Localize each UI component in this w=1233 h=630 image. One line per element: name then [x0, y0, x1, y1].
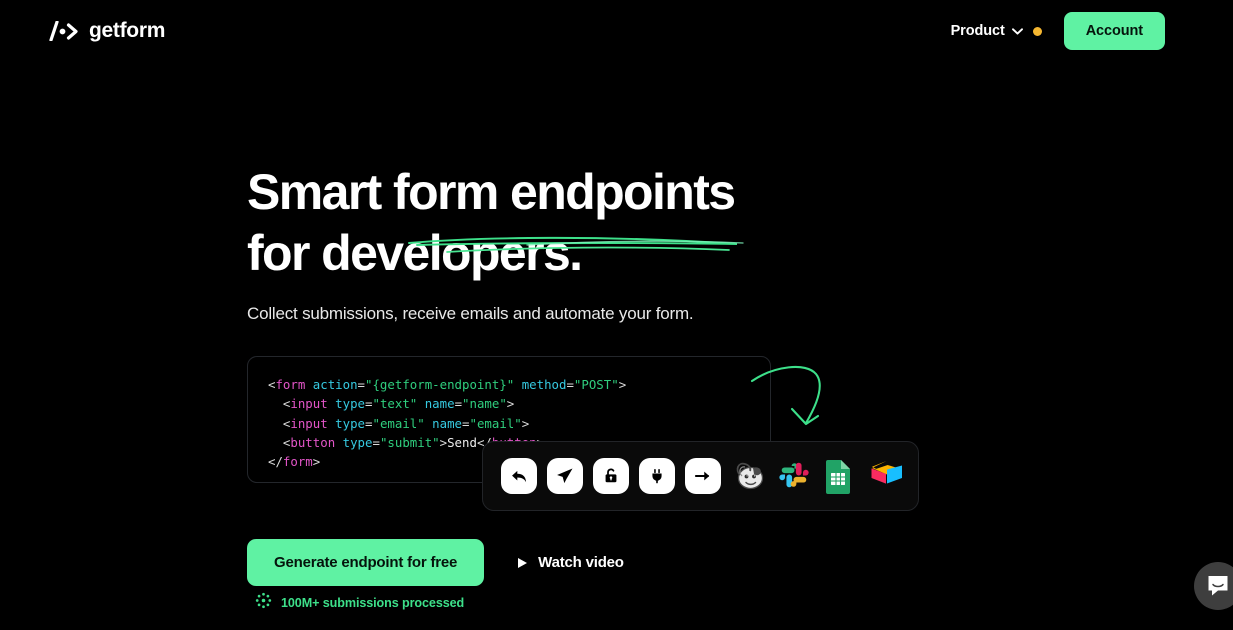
page-title: Smart form endpoints for developers.: [247, 162, 887, 284]
play-icon: [518, 557, 528, 568]
headline-line-2: for developers.: [247, 225, 583, 281]
header-nav-right: Product Account: [951, 12, 1165, 50]
generate-endpoint-button[interactable]: Generate endpoint for free: [247, 539, 485, 586]
airtable-icon[interactable]: [869, 458, 905, 494]
google-sheets-icon[interactable]: [823, 458, 859, 494]
submissions-stat: 100M+ submissions processed: [255, 592, 464, 614]
hand-drawn-curved-arrow-icon: [748, 360, 840, 440]
headline-line-1: Smart form endpoints: [247, 164, 736, 220]
nav-item-product[interactable]: Product: [951, 22, 1042, 40]
code-line-2: <input type="text" name="name">: [282, 396, 515, 412]
spam-lock-icon[interactable]: [593, 458, 629, 494]
integrations-bar: [482, 441, 919, 511]
code-line-3: <input type="email" name="email">: [282, 415, 530, 431]
forward-arrow-icon[interactable]: [685, 458, 721, 494]
autoresponder-reply-icon[interactable]: [501, 458, 537, 494]
site-header: getform Product Account: [0, 0, 1233, 62]
slash-dot-arrow-icon: [48, 20, 80, 42]
hero-subtitle: Collect submissions, receive emails and …: [247, 304, 694, 323]
page-root: getform Product Account Smart form endpo…: [0, 0, 1233, 630]
cta-row: Generate endpoint for free Watch video: [247, 539, 624, 586]
mailchimp-icon[interactable]: [731, 458, 767, 494]
nav-notification-dot: [1032, 26, 1042, 36]
code-line-5: </form>: [268, 454, 321, 470]
submissions-stat-label: 100M+ submissions processed: [281, 596, 465, 610]
slack-icon[interactable]: [777, 458, 813, 494]
send-telegram-icon[interactable]: [547, 458, 583, 494]
nav-product-label: Product: [950, 23, 1005, 39]
logo-text: getform: [89, 19, 166, 42]
code-line-1: <form action="{getform-endpoint}" method…: [268, 377, 627, 392]
getform-logo[interactable]: getform: [48, 19, 165, 43]
watch-video-label: Watch video: [538, 554, 624, 571]
hero-section: Smart form endpoints for developers. Col…: [0, 62, 1233, 324]
webhook-plug-icon[interactable]: [639, 458, 675, 494]
account-button[interactable]: Account: [1063, 12, 1165, 50]
intercom-chat-icon[interactable]: [1194, 562, 1233, 610]
chevron-down-icon: [1011, 22, 1023, 40]
spinner-dots-icon: [255, 592, 272, 614]
watch-video-button[interactable]: Watch video: [518, 554, 624, 571]
